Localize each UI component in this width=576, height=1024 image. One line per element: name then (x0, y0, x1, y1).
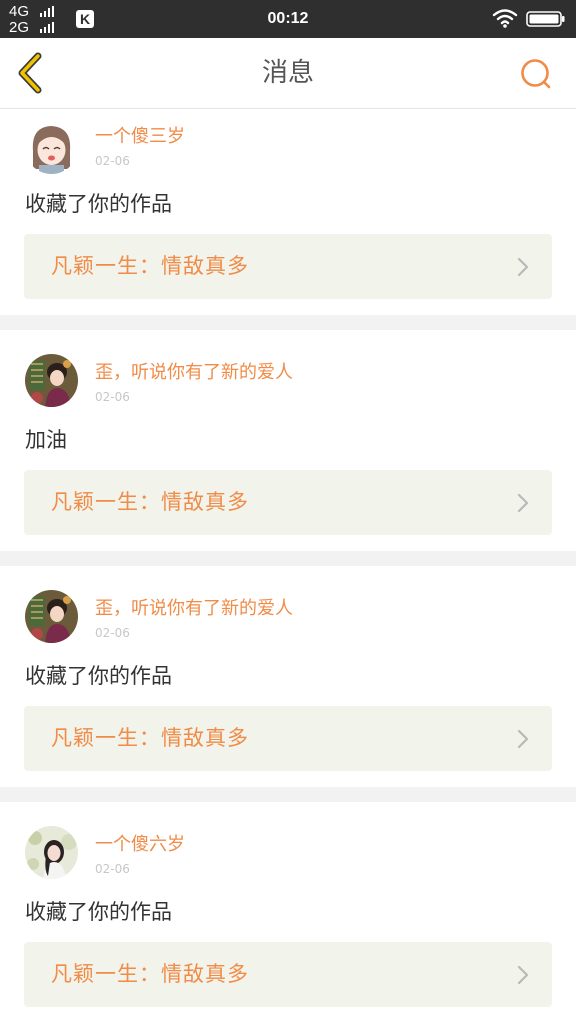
message-username[interactable]: 歪，听说你有了新的爱人 (95, 362, 293, 384)
status-bar: 4G 2G K 00:12 (0, 0, 576, 38)
message-text: 收藏了你的作品 (25, 664, 172, 688)
work-title: 凡颖一生：情敌真多 (51, 726, 249, 750)
anime-girl-avatar (25, 121, 78, 174)
chevron-right-icon (517, 257, 529, 277)
work-title: 凡颖一生：情敌真多 (51, 254, 249, 278)
message-item: 一个傻三岁 02-06 收藏了你的作品 凡颖一生：情敌真多 (0, 109, 576, 315)
page-title: 消息 (261, 58, 314, 88)
message-username[interactable]: 一个傻六岁 (95, 834, 185, 856)
header-bar: 消息 (0, 38, 576, 109)
message-item: 歪，听说你有了新的爱人 02-06 收藏了你的作品 凡颖一生：情敌真多 (0, 566, 576, 787)
search-icon[interactable] (518, 56, 554, 92)
message-text: 收藏了你的作品 (25, 192, 172, 216)
work-card[interactable]: 凡颖一生：情敌真多 (24, 470, 552, 535)
costume-drama-avatar (25, 354, 78, 407)
message-username[interactable]: 一个傻三岁 (95, 126, 185, 148)
avatar[interactable] (25, 826, 78, 879)
work-card[interactable]: 凡颖一生：情敌真多 (24, 942, 552, 1007)
work-card[interactable]: 凡颖一生：情敌真多 (24, 234, 552, 299)
divider (0, 787, 576, 802)
chevron-right-icon (517, 493, 529, 513)
work-title: 凡颖一生：情敌真多 (51, 962, 249, 986)
chevron-right-icon (517, 729, 529, 749)
divider (0, 551, 576, 566)
girl-portrait-avatar (25, 826, 78, 879)
wifi-icon (492, 9, 518, 28)
costume-drama-avatar (25, 590, 78, 643)
avatar[interactable] (25, 590, 78, 643)
message-date: 02-06 (95, 626, 130, 640)
battery-icon (526, 11, 565, 27)
message-text: 加油 (25, 428, 67, 452)
message-text: 收藏了你的作品 (25, 900, 172, 924)
chevron-right-icon (517, 965, 529, 985)
avatar[interactable] (25, 121, 78, 174)
divider (0, 315, 576, 330)
message-item: 一个傻六岁 02-06 收藏了你的作品 凡颖一生：情敌真多 (0, 802, 576, 1024)
work-title: 凡颖一生：情敌真多 (51, 490, 249, 514)
message-date: 02-06 (95, 390, 130, 404)
avatar[interactable] (25, 354, 78, 407)
message-item: 歪，听说你有了新的爱人 02-06 加油 凡颖一生：情敌真多 (0, 330, 576, 551)
work-card[interactable]: 凡颖一生：情敌真多 (24, 706, 552, 771)
message-username[interactable]: 歪，听说你有了新的爱人 (95, 598, 293, 620)
message-date: 02-06 (95, 862, 130, 876)
status-time: 00:12 (267, 10, 309, 27)
message-date: 02-06 (95, 154, 130, 168)
